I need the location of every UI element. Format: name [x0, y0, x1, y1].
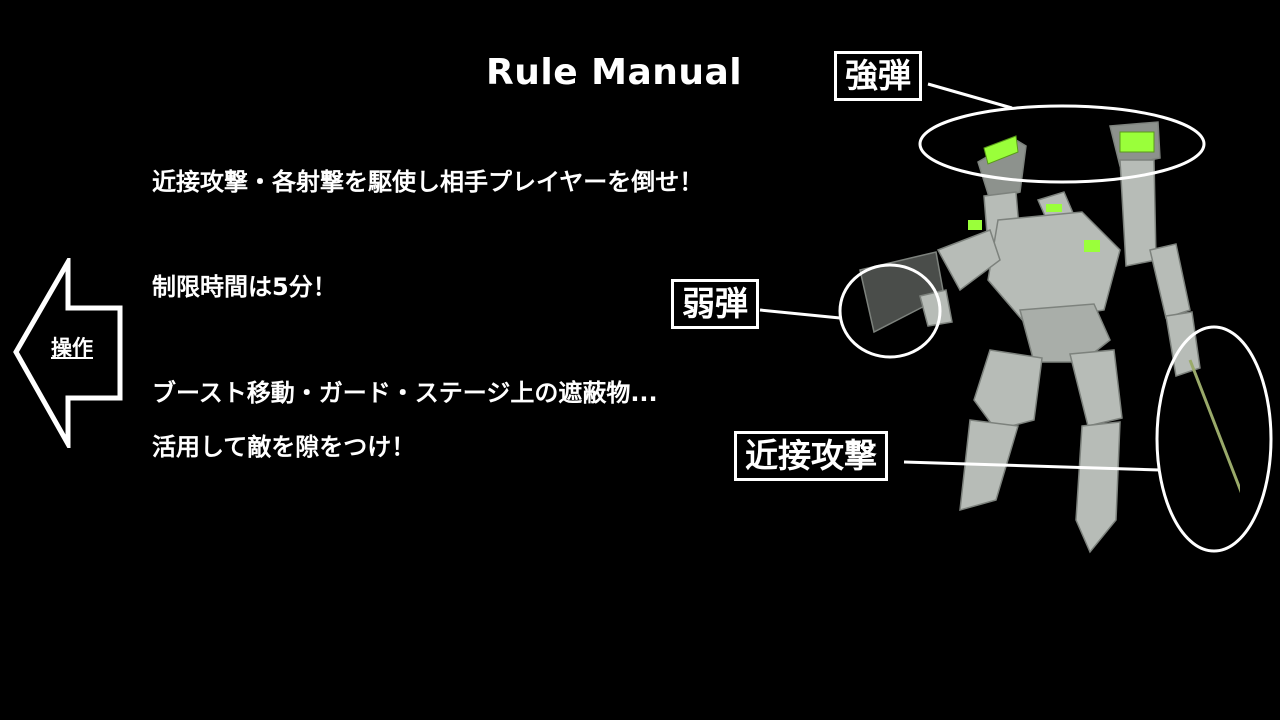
- weak-shot-label: 弱弾: [671, 279, 759, 329]
- mech-robot-figure: [859, 121, 1240, 554]
- melee-attack-label: 近接攻撃: [734, 431, 888, 481]
- strong-shot-label: 強弾: [834, 51, 922, 101]
- page-title: Rule Manual: [486, 52, 743, 93]
- rule-line-tactics: ブースト移動・ガード・ステージ上の遮蔽物...: [152, 379, 658, 407]
- controls-back-label: 操作: [51, 336, 93, 360]
- rule-line-tactics-continued: 活用して敵を隙をつけ！: [152, 433, 416, 461]
- controls-back-button[interactable]: 操作: [12, 258, 128, 448]
- rule-line-objective: 近接攻撃・各射撃を駆使し相手プレイヤーを倒せ！: [152, 168, 704, 196]
- rule-line-time-limit: 制限時間は5分！: [152, 273, 337, 301]
